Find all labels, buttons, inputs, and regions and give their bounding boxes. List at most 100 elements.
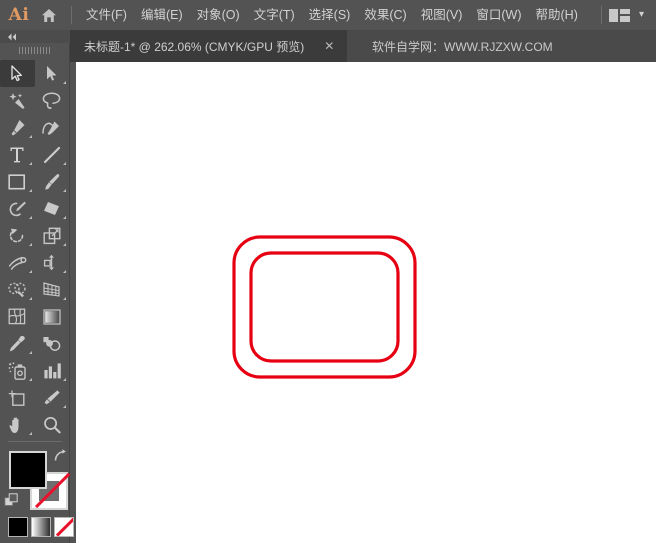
swap-fill-stroke-icon[interactable] — [52, 449, 66, 467]
flyout-triangle-icon — [63, 297, 66, 300]
flyout-triangle-icon — [28, 432, 32, 435]
eraser-tool[interactable] — [35, 195, 70, 222]
workspace-layout-icon[interactable] — [608, 8, 630, 22]
tool-row — [0, 249, 69, 276]
direct-selection-tool[interactable] — [35, 60, 70, 87]
tool-row — [0, 195, 69, 222]
gradient-tool[interactable] — [35, 303, 70, 330]
menu-view[interactable]: 视图(V) — [414, 0, 470, 30]
flyout-triangle-icon — [63, 243, 66, 246]
flyout-triangle-icon — [28, 162, 32, 165]
flyout-triangle-icon — [28, 189, 32, 192]
document-tab-bar: 未标题-1* @ 262.06% (CMYK/GPU 预览) ✕ 软件自学网：W… — [70, 30, 656, 62]
pen-tool[interactable] — [0, 114, 35, 141]
magic-wand-tool[interactable] — [0, 87, 35, 114]
menu-select[interactable]: 选择(S) — [302, 0, 358, 30]
illustrator-window: Ai 文件(F) 编辑(E) 对象(O) 文字(T) 选择(S) 效果(C) 视… — [0, 0, 656, 543]
tool-row — [0, 357, 69, 384]
flyout-triangle-icon — [63, 81, 66, 84]
mesh-tool[interactable] — [0, 303, 35, 330]
line-segment-tool[interactable] — [35, 141, 70, 168]
none-slash-icon — [55, 518, 73, 536]
tool-list — [0, 57, 69, 438]
canvas-area[interactable] — [70, 62, 656, 543]
hand-tool[interactable] — [0, 411, 35, 438]
menu-object[interactable]: 对象(O) — [190, 0, 247, 30]
color-mode[interactable] — [8, 517, 28, 537]
flyout-triangle-icon — [63, 162, 66, 165]
slice-tool[interactable] — [35, 384, 70, 411]
close-icon[interactable]: ✕ — [320, 40, 338, 52]
flyout-triangle-icon — [63, 216, 66, 219]
collapse-panel-button[interactable] — [0, 30, 70, 43]
eyedropper-tool[interactable] — [0, 330, 35, 357]
width-tool[interactable] — [0, 249, 35, 276]
flyout-triangle-icon — [63, 378, 66, 381]
tool-row — [0, 411, 69, 438]
artboard[interactable] — [76, 62, 656, 543]
flyout-triangle-icon — [28, 216, 32, 219]
inner-rounded-rectangle[interactable] — [249, 251, 400, 363]
perspective-grid-tool[interactable] — [35, 276, 70, 303]
type-tool[interactable] — [0, 141, 35, 168]
rotate-tool[interactable] — [0, 222, 35, 249]
selection-tool[interactable] — [0, 60, 35, 87]
artboard-tool[interactable] — [0, 384, 35, 411]
shape-builder-tool[interactable] — [0, 276, 35, 303]
paintbrush-tool[interactable] — [35, 168, 70, 195]
scale-tool[interactable] — [35, 222, 70, 249]
gradient-mode[interactable] — [31, 517, 51, 537]
blend-tool[interactable] — [35, 330, 70, 357]
artwork-svg — [232, 235, 417, 379]
menu-file[interactable]: 文件(F) — [79, 0, 134, 30]
flyout-triangle-icon — [63, 405, 66, 408]
double-chevron-left-icon — [7, 33, 18, 41]
flyout-triangle-icon — [28, 135, 32, 138]
panel-drag-handle[interactable] — [0, 43, 69, 57]
symbol-sprayer-tool[interactable] — [0, 357, 35, 384]
outer-rounded-rectangle[interactable] — [232, 235, 417, 379]
flyout-triangle-icon — [28, 270, 32, 273]
menu-help[interactable]: 帮助(H) — [529, 0, 585, 30]
flyout-triangle-icon — [28, 351, 32, 354]
menu-type[interactable]: 文字(T) — [247, 0, 302, 30]
tool-row — [0, 222, 69, 249]
tool-row — [0, 168, 69, 195]
zoom-tool[interactable] — [35, 411, 70, 438]
menu-effect[interactable]: 效果(C) — [357, 0, 413, 30]
menu-edit[interactable]: 编辑(E) — [134, 0, 190, 30]
document-tab[interactable]: 未标题-1* @ 262.06% (CMYK/GPU 预览) ✕ — [70, 30, 348, 62]
flyout-triangle-icon — [63, 270, 66, 273]
column-graph-tool[interactable] — [35, 357, 70, 384]
rectangle-tool[interactable] — [0, 168, 35, 195]
shaper-tool[interactable] — [0, 195, 35, 222]
tool-row — [0, 384, 69, 411]
ai-logo: Ai — [8, 5, 30, 25]
tool-row — [0, 276, 69, 303]
menu-right-divider — [600, 6, 602, 24]
lasso-tool[interactable] — [35, 87, 70, 114]
tool-row — [0, 87, 69, 114]
flyout-triangle-icon — [63, 189, 66, 192]
flyout-triangle-icon — [28, 297, 32, 300]
fill-stroke-controls — [0, 447, 74, 543]
tool-row — [0, 303, 69, 330]
chevron-down-icon[interactable]: ▾ — [639, 10, 644, 20]
menu-items: 文件(F) 编辑(E) 对象(O) 文字(T) 选择(S) 效果(C) 视图(V… — [79, 0, 585, 30]
menu-window[interactable]: 窗口(W) — [469, 0, 528, 30]
fill-swatch[interactable] — [9, 451, 47, 489]
default-fill-stroke-icon[interactable] — [4, 493, 19, 513]
menu-bar: Ai 文件(F) 编辑(E) 对象(O) 文字(T) 选择(S) 效果(C) 视… — [0, 0, 656, 30]
tool-row — [0, 330, 69, 357]
home-icon — [41, 8, 57, 23]
tools-panel — [0, 30, 74, 543]
document-tab-title: 未标题-1* @ 262.06% (CMYK/GPU 预览) — [84, 39, 305, 54]
flyout-triangle-icon — [28, 378, 32, 381]
none-mode[interactable] — [54, 517, 74, 537]
tool-row — [0, 114, 69, 141]
curvature-tool[interactable] — [35, 114, 70, 141]
free-transform-tool[interactable] — [35, 249, 70, 276]
menu-bar-right: ▾ — [594, 0, 656, 30]
tool-row — [0, 60, 69, 87]
home-button[interactable] — [34, 0, 64, 30]
